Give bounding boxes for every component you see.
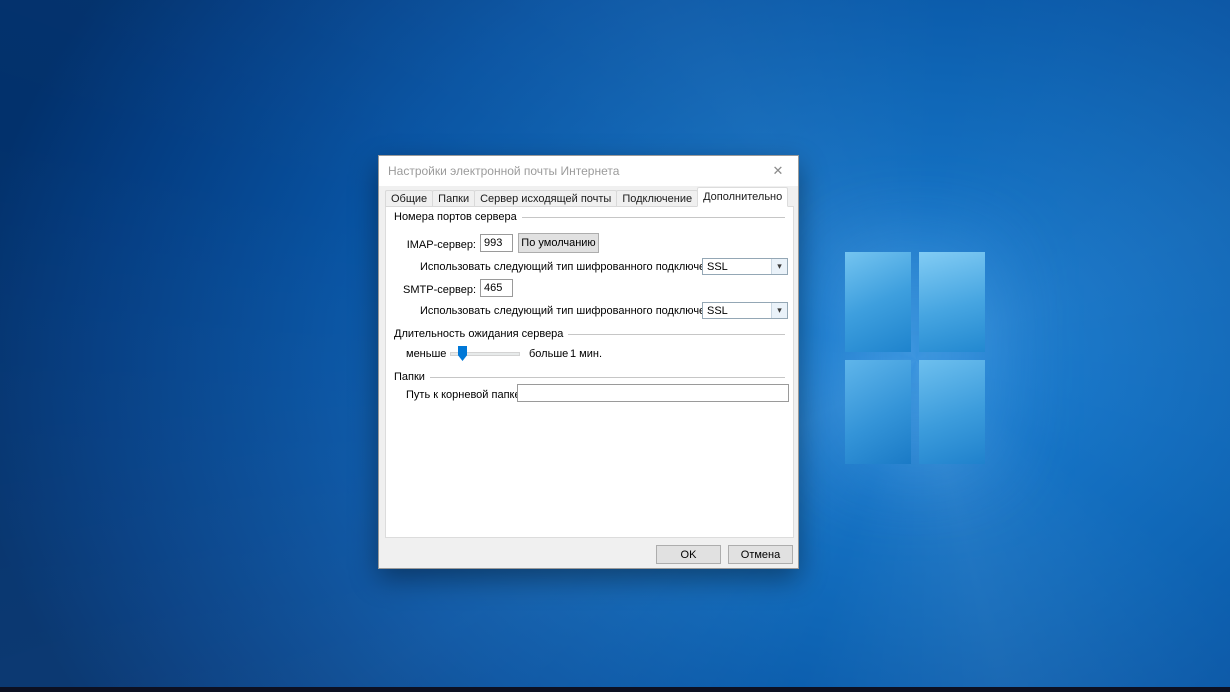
group-folders-title: Папки xyxy=(394,371,430,383)
email-settings-dialog: Настройки электронной почты Интернета ✕ … xyxy=(378,155,799,569)
windows-logo-pane xyxy=(919,252,985,352)
timeout-less-label: меньше xyxy=(406,347,446,361)
chevron-down-icon[interactable]: ▾ xyxy=(771,259,787,274)
divider-line xyxy=(522,217,785,218)
timeout-more-label: больше xyxy=(529,347,568,361)
imap-port-input[interactable] xyxy=(480,234,513,252)
dialog-titlebar[interactable]: Настройки электронной почты Интернета ✕ xyxy=(379,156,798,186)
group-server-timeout-title: Длительность ожидания сервера xyxy=(394,328,568,340)
ok-button[interactable]: OK xyxy=(656,545,721,564)
imap-server-label: IMAP-сервер: xyxy=(386,238,476,252)
smtp-encryption-label: Использовать следующий тип шифрованного … xyxy=(420,304,726,318)
use-defaults-button[interactable]: По умолчанию xyxy=(518,233,599,253)
taskbar[interactable] xyxy=(0,687,1230,692)
group-server-ports: Номера портов сервера xyxy=(394,210,785,224)
windows-logo xyxy=(845,252,992,465)
tab-page-advanced: Номера портов сервера IMAP-сервер: По ум… xyxy=(385,206,794,538)
close-icon[interactable]: ✕ xyxy=(758,156,798,186)
tab-outgoing-server[interactable]: Сервер исходящей почты xyxy=(474,190,617,207)
cancel-button[interactable]: Отмена xyxy=(728,545,793,564)
smtp-encryption-select[interactable]: SSL ▾ xyxy=(702,302,788,319)
group-server-ports-title: Номера портов сервера xyxy=(394,211,522,223)
smtp-port-input[interactable] xyxy=(480,279,513,297)
timeout-value-label: 1 мин. xyxy=(570,347,602,361)
smtp-server-label: SMTP-сервер: xyxy=(386,283,476,297)
windows-logo-pane xyxy=(845,252,911,352)
root-folder-path-label: Путь к корневой папке: xyxy=(406,388,524,402)
root-folder-path-input[interactable] xyxy=(517,384,789,402)
timeout-slider[interactable] xyxy=(450,345,520,361)
tab-folders[interactable]: Папки xyxy=(432,190,475,207)
chevron-down-icon[interactable]: ▾ xyxy=(771,303,787,318)
tab-advanced[interactable]: Дополнительно xyxy=(697,187,788,207)
tab-strip: Общие Папки Сервер исходящей почты Подкл… xyxy=(385,187,787,207)
group-server-timeout: Длительность ожидания сервера xyxy=(394,327,785,341)
smtp-encryption-value: SSL xyxy=(703,305,771,317)
slider-thumb[interactable] xyxy=(458,346,467,361)
windows-logo-pane xyxy=(845,360,911,464)
divider-line xyxy=(568,334,785,335)
group-folders: Папки xyxy=(394,370,785,384)
imap-encryption-label: Использовать следующий тип шифрованного … xyxy=(420,260,726,274)
divider-line xyxy=(430,377,785,378)
imap-encryption-value: SSL xyxy=(703,261,771,273)
tab-general[interactable]: Общие xyxy=(385,190,433,207)
tab-connection[interactable]: Подключение xyxy=(616,190,698,207)
dialog-title: Настройки электронной почты Интернета xyxy=(388,164,619,178)
imap-encryption-select[interactable]: SSL ▾ xyxy=(702,258,788,275)
windows-logo-pane xyxy=(919,360,985,464)
